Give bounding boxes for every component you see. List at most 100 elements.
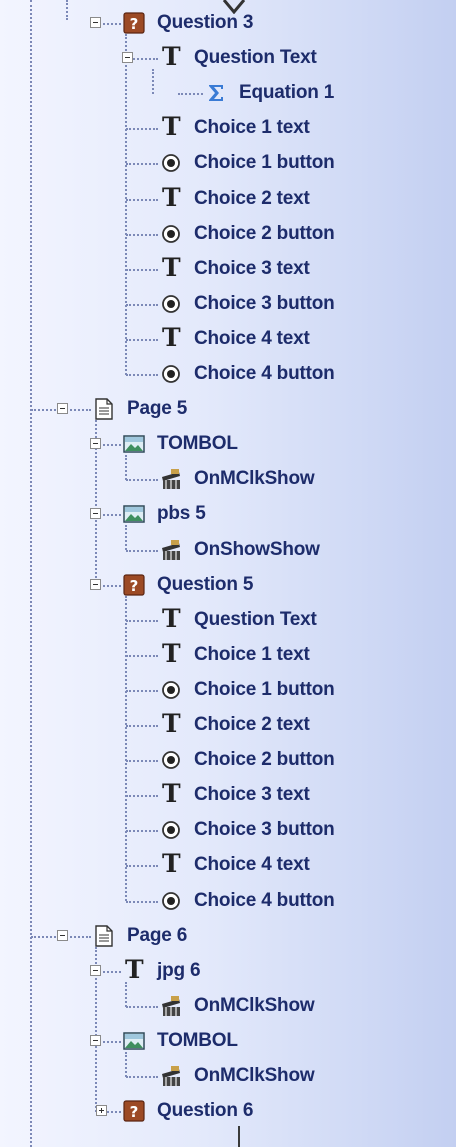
tree-item-label: Choice 3 text — [194, 257, 310, 279]
tree-item-choice-2-text[interactable]: T Choice 2 text — [0, 708, 456, 743]
tree-item-question-text[interactable]: T Question Text — [0, 41, 456, 76]
collapse-toggle[interactable] — [90, 1034, 101, 1046]
tree-item-question-3[interactable]: ? Question 3 — [0, 6, 456, 41]
tree-item-label: jpg 6 — [157, 959, 201, 981]
tree-item-page-6[interactable]: Page 6 — [0, 919, 456, 954]
tree-item-choice-4-button[interactable]: Choice 4 button — [0, 884, 456, 919]
tree-item-onmclkshow[interactable]: OnMClkShow — [0, 462, 456, 497]
radio-icon — [160, 363, 182, 385]
tree-item-label: Equation 1 — [239, 82, 335, 104]
tree-item-tombol[interactable]: TOMBOL — [0, 427, 456, 462]
tree-item-label: Choice 1 button — [194, 152, 335, 174]
radio-icon — [160, 890, 182, 912]
text-icon: T — [162, 42, 181, 72]
question-icon: ? — [123, 1100, 145, 1122]
tree-item-label: TOMBOL — [157, 433, 238, 455]
collapse-toggle[interactable] — [90, 964, 101, 976]
tree-item-jpg-6[interactable]: Tjpg 6 — [0, 954, 456, 989]
collapse-toggle[interactable] — [122, 52, 133, 64]
collapse-toggle[interactable] — [90, 438, 101, 450]
tree-item-question-5[interactable]: ? Question 5 — [0, 568, 456, 603]
tree-connector — [126, 303, 158, 306]
tree-item-label: Choice 1 text — [194, 643, 310, 665]
tree-item-choice-1-button[interactable]: Choice 1 button — [0, 673, 456, 708]
image-icon — [123, 503, 145, 525]
tree-item-choice-3-button[interactable]: Choice 3 button — [0, 813, 456, 848]
divider — [238, 1126, 240, 1147]
text-icon: T — [162, 182, 181, 212]
action-icon — [160, 995, 182, 1017]
tree-item-choice-2-text[interactable]: T Choice 2 text — [0, 182, 456, 217]
tree-item-choice-4-text[interactable]: T Choice 4 text — [0, 322, 456, 357]
tree-connector — [126, 268, 158, 271]
collapse-toggle[interactable] — [57, 403, 68, 415]
tree-item-label: Choice 2 button — [194, 749, 335, 771]
tree-item-choice-1-text[interactable]: T Choice 1 text — [0, 638, 456, 673]
collapse-toggle[interactable] — [90, 17, 101, 28]
tree-item-choice-4-button[interactable]: Choice 4 button — [0, 357, 456, 392]
tree-connector — [126, 725, 158, 727]
tree-connector — [126, 338, 158, 341]
tree-item-pbs-5[interactable]: pbs 5 — [0, 497, 456, 532]
tree-item-onmclkshow[interactable]: OnMClkShow — [0, 989, 456, 1024]
svg-text:?: ? — [130, 15, 139, 33]
page-icon — [93, 924, 115, 947]
tree-item-equation-1[interactable]: Equation 1 — [0, 76, 456, 111]
tree-item-label: TOMBOL — [157, 1029, 238, 1051]
radio-icon — [160, 749, 182, 771]
sigma-icon — [205, 82, 227, 104]
tree-item-label: Question Text — [194, 47, 317, 69]
svg-text:?: ? — [130, 1103, 139, 1121]
tree-item-label: OnShowShow — [194, 538, 320, 560]
image-icon — [123, 1030, 145, 1052]
tree-connector — [126, 1005, 158, 1008]
tree-item-label: Choice 2 text — [194, 714, 310, 735]
tree-item-tombol[interactable]: TOMBOL — [0, 1024, 456, 1059]
tree-item-page-5[interactable]: Page 5 — [0, 392, 456, 427]
tree-item-label: Choice 3 text — [194, 784, 310, 806]
text-icon: T — [162, 638, 181, 668]
tree-connector — [126, 865, 158, 868]
tree-connector — [126, 198, 158, 201]
tree-item-onshowshow[interactable]: OnShowShow — [0, 533, 456, 568]
tree-item-choice-1-text[interactable]: T Choice 1 text — [0, 111, 456, 146]
tree-item-label: pbs 5 — [157, 503, 206, 525]
tree-item-label: Choice 4 text — [194, 854, 310, 876]
radio-icon — [160, 293, 182, 315]
tree-connector — [126, 619, 158, 622]
tree-connector — [126, 760, 158, 763]
collapse-toggle[interactable] — [90, 508, 101, 520]
object-tree-panel: ? Question 3 T Question Text Equation 1 T Choi… — [0, 0, 456, 1147]
tree-item-label: Choice 4 button — [194, 363, 335, 384]
text-icon: T — [162, 603, 181, 633]
tree-item-choice-3-text[interactable]: T Choice 3 text — [0, 778, 456, 813]
tree-item-question-6[interactable]: ? Question 6 — [0, 1094, 456, 1129]
tree-connector — [126, 374, 158, 376]
collapse-toggle[interactable] — [57, 929, 68, 941]
image-icon — [123, 433, 145, 455]
tree-connector — [126, 163, 158, 166]
tree-item-label: Choice 4 text — [194, 327, 310, 349]
text-icon: T — [162, 849, 181, 879]
tree-item-choice-3-text[interactable]: T Choice 3 text — [0, 252, 456, 287]
action-icon — [160, 1065, 182, 1087]
tree-item-onmclkshow[interactable]: OnMClkShow — [0, 1059, 456, 1094]
tree-item-label: Page 6 — [127, 924, 188, 946]
radio-icon — [160, 152, 182, 174]
tree-item-choice-2-button[interactable]: Choice 2 button — [0, 743, 456, 778]
tree-item-choice-4-text[interactable]: T Choice 4 text — [0, 848, 456, 883]
tree-connector — [126, 795, 158, 798]
tree-item-choice-2-button[interactable]: Choice 2 button — [0, 217, 456, 252]
tree-item-choice-1-button[interactable]: Choice 1 button — [0, 146, 456, 181]
tree-item-choice-3-button[interactable]: Choice 3 button — [0, 287, 456, 322]
tree-connector — [126, 900, 158, 903]
question-icon: ? — [123, 573, 145, 596]
tree-item-label: Choice 2 text — [194, 187, 310, 209]
tree-item-label: Question 3 — [157, 12, 254, 33]
tree-item-label: Choice 3 button — [194, 819, 335, 841]
tree-item-label: Page 5 — [127, 398, 188, 420]
collapse-toggle[interactable] — [90, 578, 101, 590]
expand-toggle[interactable] — [96, 1105, 107, 1117]
tree-item-question-text[interactable]: T Question Text — [0, 603, 456, 638]
object-tree: ? Question 3 T Question Text Equation 1 T Choi… — [0, 0, 456, 1147]
